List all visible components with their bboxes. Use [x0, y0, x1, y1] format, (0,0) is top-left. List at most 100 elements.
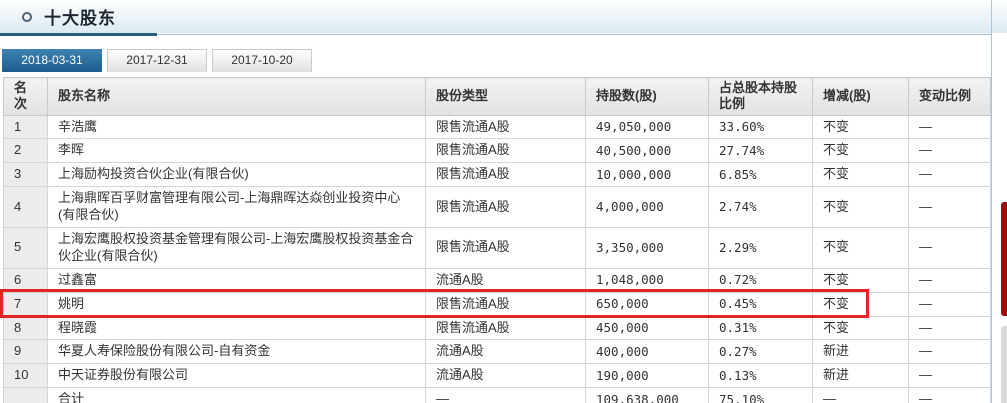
cell-share-type: 限售流通A股 [425, 315, 586, 341]
cell-rank: 8 [3, 315, 48, 341]
cell-change: 不变 [812, 315, 909, 341]
cell-shares-held: 1,048,000 [585, 267, 709, 293]
cell-change-ratio: — [908, 138, 991, 164]
cell-share-type: 限售流通A股 [425, 138, 586, 164]
shareholders-table: 名次 股东名称 股份类型 持股数(股) 占总股本持股比例 增减(股) 变动比例 1 辛浩鹰 … [3, 77, 991, 403]
cell-percentage: 75.10% [708, 387, 813, 403]
cell-change: — [812, 387, 909, 403]
cell-shareholder-name: 上海宏鹰股权投资基金管理有限公司-上海宏鹰股权投资基金合伙企业(有限合伙) [47, 226, 426, 269]
cell-shares-held: 650,000 [585, 291, 709, 317]
cell-share-type: — [425, 387, 586, 403]
cell-percentage: 33.60% [708, 114, 813, 140]
cell-rank: 1 [3, 114, 48, 140]
cell-change: 不变 [812, 226, 909, 269]
cell-rank: 4 [3, 186, 48, 228]
cell-percentage: 27.74% [708, 138, 813, 164]
cell-shareholder-name: 上海鼎晖百孚财富管理有限公司-上海鼎晖达焱创业投资中心(有限合伙) [47, 186, 426, 228]
cell-shares-held: 109,638,000 [585, 387, 709, 403]
tab-2017-12-31[interactable]: 2017-12-31 [107, 49, 207, 72]
cell-share-type: 流通A股 [425, 363, 586, 389]
column-header-1: 股东名称 [47, 77, 426, 116]
cell-shares-held: 190,000 [585, 363, 709, 389]
cell-percentage: 0.27% [708, 339, 813, 365]
cell-shares-held: 4,000,000 [585, 186, 709, 228]
bullet-circle-icon [22, 11, 32, 22]
header-divider [0, 33, 1007, 36]
column-header-2: 股份类型 [425, 77, 586, 116]
column-header-3: 持股数(股) [585, 77, 709, 116]
cell-change-ratio: — [908, 387, 991, 403]
table-header-row: 名次 股东名称 股份类型 持股数(股) 占总股本持股比例 增减(股) 变动比例 [3, 77, 991, 116]
cell-share-type: 限售流通A股 [425, 291, 586, 317]
column-header-5: 增减(股) [812, 77, 909, 116]
cell-rank: 7 [3, 291, 48, 317]
table-row: 8 程晓霞 限售流通A股 450,000 0.31% 不变 — [3, 315, 991, 341]
cell-rank: 10 [3, 363, 48, 389]
cell-change-ratio: — [908, 363, 991, 389]
cell-percentage: 6.85% [708, 162, 813, 188]
cell-shareholder-name: 华夏人寿保险股份有限公司-自有资金 [47, 339, 426, 365]
cell-percentage: 0.31% [708, 315, 813, 341]
cell-change: 不变 [812, 291, 909, 317]
cell-percentage: 2.74% [708, 186, 813, 228]
tab-2018-03-31[interactable]: 2018-03-31 [2, 49, 102, 72]
cell-shares-held: 49,050,000 [585, 114, 709, 140]
cell-shares-held: 400,000 [585, 339, 709, 365]
cell-change-ratio: — [908, 315, 991, 341]
cell-share-type: 限售流通A股 [425, 114, 586, 140]
tab-2017-10-20[interactable]: 2017-10-20 [212, 49, 312, 72]
section-header: 十大股东 [0, 0, 1007, 33]
column-header-6: 变动比例 [908, 77, 991, 116]
scrollbar-red-thumb[interactable] [1001, 202, 1007, 316]
cell-rank: 5 [3, 226, 48, 269]
cell-change-ratio: — [908, 226, 991, 269]
cell-rank: 6 [3, 267, 48, 293]
cell-shares-held: 450,000 [585, 315, 709, 341]
table-row: 2 李晖 限售流通A股 40,500,000 27.74% 不变 — [3, 138, 991, 164]
cell-share-type: 流通A股 [425, 339, 586, 365]
cell-change-ratio: — [908, 186, 991, 228]
cell-change: 新进 [812, 363, 909, 389]
cell-change: 不变 [812, 267, 909, 293]
cell-share-type: 限售流通A股 [425, 162, 586, 188]
table-row: 9 华夏人寿保险股份有限公司-自有资金 流通A股 400,000 0.27% 新… [3, 339, 991, 365]
cell-percentage: 2.29% [708, 226, 813, 269]
table-row: 3 上海励构投资合伙企业(有限合伙) 限售流通A股 10,000,000 6.8… [3, 162, 991, 188]
page: 十大股东 2018-03-31 2017-12-31 2017-10-20 名次 股东… [0, 0, 1007, 403]
cell-shareholder-name: 姚明 [47, 291, 426, 317]
cell-change-ratio: — [908, 267, 991, 293]
cell-shares-held: 10,000,000 [585, 162, 709, 188]
cell-shareholder-name: 辛浩鹰 [47, 114, 426, 140]
cell-change: 不变 [812, 186, 909, 228]
date-tabbar: 2018-03-31 2017-12-31 2017-10-20 [2, 49, 1007, 72]
table-row: 6 过鑫富 流通A股 1,048,000 0.72% 不变 — [3, 267, 991, 293]
cell-change: 不变 [812, 162, 909, 188]
table-row: 1 辛浩鹰 限售流通A股 49,050,000 33.60% 不变 — [3, 114, 991, 140]
cell-change: 不变 [812, 114, 909, 140]
table-total-row: 合计 — 109,638,000 75.10% — — [3, 387, 991, 403]
cell-rank: 3 [3, 162, 48, 188]
table-row: 5 上海宏鹰股权投资基金管理有限公司-上海宏鹰股权投资基金合伙企业(有限合伙) … [3, 226, 991, 269]
cell-change-ratio: — [908, 114, 991, 140]
table-row: 10 中天证券股份有限公司 流通A股 190,000 0.13% 新进 — [3, 363, 991, 389]
divider-light-segment [157, 34, 991, 35]
cell-rank: 9 [3, 339, 48, 365]
cell-shareholder-name: 程晓霞 [47, 315, 426, 341]
cell-change-ratio: — [908, 162, 991, 188]
table-row: 7 姚明 限售流通A股 650,000 0.45% 不变 — [3, 291, 991, 317]
cell-change: 新进 [812, 339, 909, 365]
cell-shareholder-name: 上海励构投资合伙企业(有限合伙) [47, 162, 426, 188]
cell-share-type: 限售流通A股 [425, 186, 586, 228]
table-row: 4 上海鼎晖百孚财富管理有限公司-上海鼎晖达焱创业投资中心(有限合伙) 限售流通… [3, 186, 991, 228]
cell-shares-held: 40,500,000 [585, 138, 709, 164]
cell-change: 不变 [812, 138, 909, 164]
column-header-4: 占总股本持股比例 [708, 77, 813, 116]
cell-shareholder-name: 中天证券股份有限公司 [47, 363, 426, 389]
cell-percentage: 0.72% [708, 267, 813, 293]
cell-shareholder-name: 合计 [47, 387, 426, 403]
column-header-0: 名次 [3, 77, 48, 116]
scrollbar-gray-thumb[interactable] [1001, 326, 1007, 403]
page-title: 十大股东 [44, 9, 116, 28]
cell-percentage: 0.45% [708, 291, 813, 317]
cell-shareholder-name: 李晖 [47, 138, 426, 164]
